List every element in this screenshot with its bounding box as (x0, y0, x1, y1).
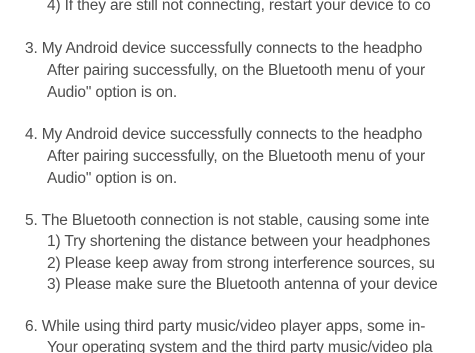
item2-step4: 4) If they are still not connecting, res… (47, 0, 431, 14)
item5-step2: 2) Please keep away from strong interfer… (47, 255, 435, 272)
item4-title: 4. My Android device successfully connec… (25, 126, 423, 143)
item5-title: 5. The Bluetooth connection is not stabl… (25, 212, 430, 229)
item5-step3: 3) Please make sure the Bluetooth antenn… (47, 276, 438, 293)
item3-title: 3. My Android device successfully connec… (25, 40, 423, 57)
item4-line3: Audio" option is on. (47, 170, 178, 187)
item5-step1: 1) Try shortening the distance between y… (47, 233, 431, 250)
item3-line2: After pairing successfully, on the Bluet… (47, 62, 426, 79)
item3-line3: Audio" option is on. (47, 84, 178, 101)
item6-line2: Your operating system and the third part… (47, 339, 433, 353)
faq-document: 4) If they are still not connecting, res… (0, 0, 475, 353)
item6-title: 6. While using third party music/video p… (25, 318, 426, 335)
item4-line2: After pairing successfully, on the Bluet… (47, 148, 426, 165)
